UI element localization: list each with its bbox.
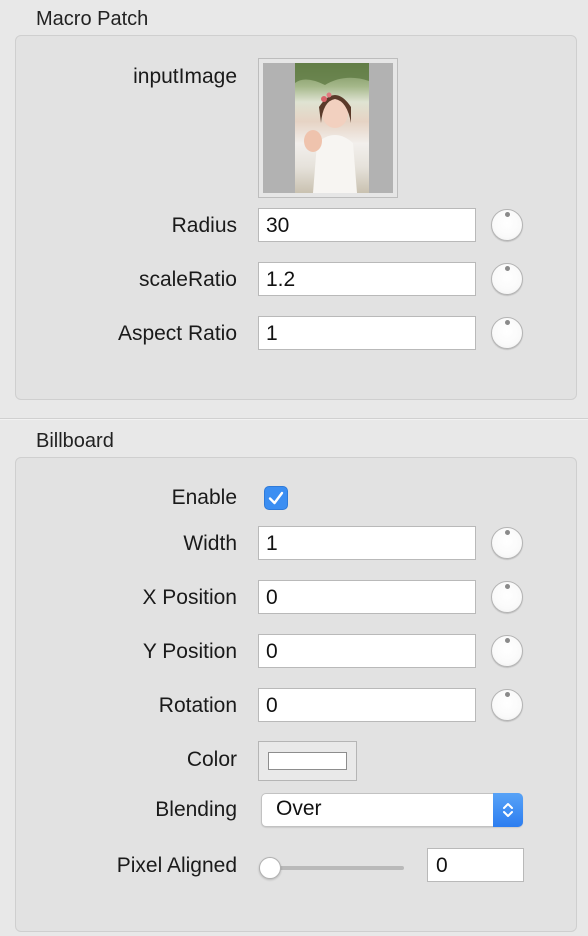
input-image-thumbnail [263,63,393,193]
color-swatch [268,752,347,770]
section-title-macro-patch: Macro Patch [36,8,149,30]
y-position-label: Y Position [142,640,237,663]
width-field[interactable] [258,526,476,560]
pixel-aligned-label: Pixel Aligned [116,854,237,877]
y-position-field[interactable] [258,634,476,668]
scale-ratio-knob-icon[interactable] [491,263,523,295]
rotation-field[interactable] [258,688,476,722]
pixel-aligned-field[interactable] [427,848,524,882]
radius-field[interactable] [258,208,476,242]
blending-label: Blending [155,798,237,821]
scale-ratio-field[interactable] [258,262,476,296]
x-position-field[interactable] [258,580,476,614]
color-well[interactable] [258,741,357,781]
width-knob-icon[interactable] [491,527,523,559]
x-position-label: X Position [142,586,237,609]
checkmark-icon [268,491,284,505]
section-title-billboard: Billboard [36,430,114,452]
rotation-knob-icon[interactable] [491,689,523,721]
y-position-knob-icon[interactable] [491,635,523,667]
scale-ratio-label: scaleRatio [138,268,237,291]
radius-label: Radius [171,214,237,237]
aspect-ratio-label: Aspect Ratio [117,322,237,345]
enable-label: Enable [171,486,237,509]
x-position-knob-icon[interactable] [491,581,523,613]
aspect-ratio-knob-icon[interactable] [491,317,523,349]
color-label: Color [186,748,237,771]
portrait-photo [295,63,369,193]
rotation-label: Rotation [158,694,237,717]
width-label: Width [183,532,237,555]
pixel-aligned-slider-thumb[interactable] [259,857,281,879]
enable-checkbox[interactable] [264,486,288,510]
aspect-ratio-field[interactable] [258,316,476,350]
blending-select[interactable]: Over [261,793,523,827]
blending-selected-value: Over [276,797,322,820]
pixel-aligned-slider-track[interactable] [266,866,404,870]
input-image-well[interactable] [258,58,398,198]
up-down-chevron-icon [493,793,523,827]
input-image-label: inputImage [133,65,237,88]
section-divider [0,418,588,420]
radius-knob-icon[interactable] [491,209,523,241]
